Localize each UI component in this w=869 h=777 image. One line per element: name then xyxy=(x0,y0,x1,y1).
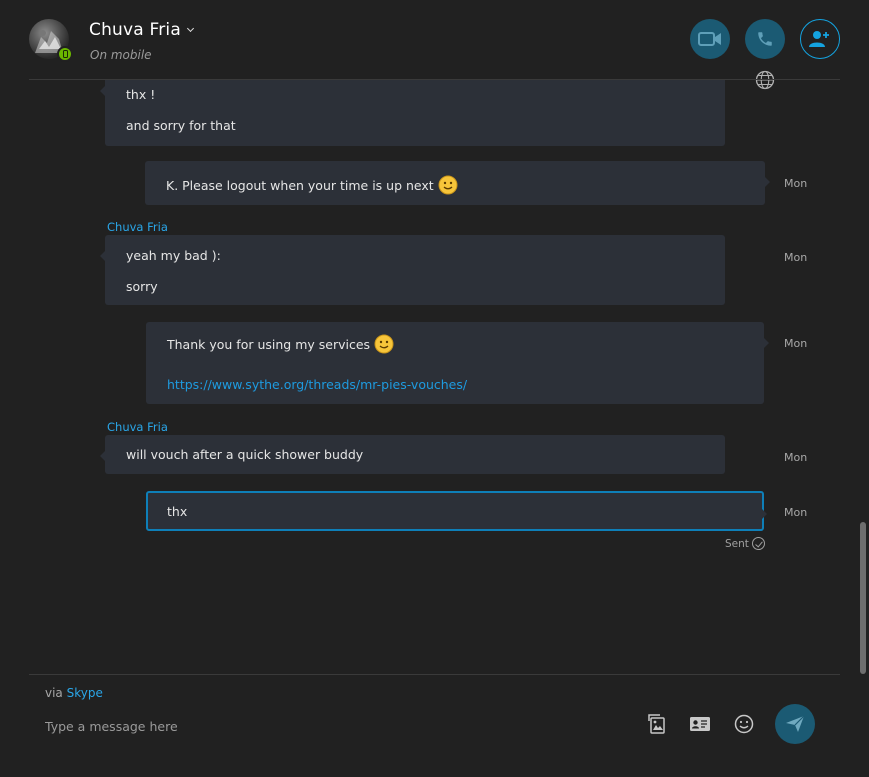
mobile-presence-icon xyxy=(57,46,73,62)
via-service-link[interactable]: Skype xyxy=(67,686,103,700)
phone-icon xyxy=(758,32,772,46)
message-time: Mon xyxy=(784,451,808,464)
message-time: Mon xyxy=(784,337,808,350)
media-button[interactable] xyxy=(644,712,668,736)
message-bubble-incoming[interactable]: will vouch after a quick shower buddy xyxy=(100,435,725,474)
message-input[interactable] xyxy=(45,714,625,738)
message-list[interactable]: thx ! and sorry for that K. Please logou… xyxy=(0,80,869,674)
smile-emoji-icon xyxy=(374,334,394,354)
message-bubble-outgoing[interactable]: Thank you for using my services https://… xyxy=(146,322,769,404)
audio-call-button[interactable] xyxy=(745,19,785,59)
message-time: Mon xyxy=(784,506,808,519)
add-person-icon xyxy=(809,31,829,47)
scrollbar-thumb[interactable] xyxy=(860,522,866,674)
message-status: Sent xyxy=(725,538,749,550)
message-bubble-outgoing[interactable]: K. Please logout when your time is up ne… xyxy=(145,161,770,205)
video-icon xyxy=(698,32,721,46)
emoticon-icon xyxy=(734,714,754,734)
message-text: yeah my bad ): xyxy=(126,248,221,263)
contact-card-icon xyxy=(690,717,710,731)
message-text: sorry xyxy=(126,279,158,294)
send-button[interactable] xyxy=(775,704,815,744)
message-text: Thank you for using my services xyxy=(167,334,394,354)
sent-check-icon xyxy=(752,537,765,550)
send-icon xyxy=(786,715,805,732)
message-time: Mon xyxy=(784,177,808,190)
message-text: K. Please logout when your time is up ne… xyxy=(166,175,458,195)
sender-name: Chuva Fria xyxy=(107,220,168,234)
message-bubble-outgoing-selected[interactable]: thx xyxy=(146,491,767,531)
smile-emoji-icon xyxy=(438,175,458,195)
message-bubble-incoming[interactable]: thx ! and sorry for that xyxy=(100,80,725,146)
chat-header: Chuva Fria On mobile xyxy=(0,0,869,90)
video-call-button[interactable] xyxy=(690,19,730,59)
composer-divider xyxy=(29,674,840,675)
contact-card-button[interactable] xyxy=(688,712,712,736)
message-link[interactable]: https://www.sythe.org/threads/mr-pies-vo… xyxy=(167,377,467,392)
chevron-down-icon[interactable] xyxy=(186,24,195,33)
contact-name[interactable]: Chuva Fria xyxy=(89,20,181,40)
message-text: and sorry for that xyxy=(126,118,236,133)
message-text: thx ! xyxy=(126,87,156,102)
contact-title[interactable]: Chuva Fria xyxy=(89,20,195,40)
via-service-label: via Skype xyxy=(45,686,103,700)
media-icon xyxy=(648,714,665,734)
add-people-button[interactable] xyxy=(800,19,840,59)
message-text: will vouch after a quick shower buddy xyxy=(126,447,364,462)
emoticon-button[interactable] xyxy=(732,712,756,736)
sender-name: Chuva Fria xyxy=(107,420,168,434)
message-bubble-incoming[interactable]: yeah my bad ): sorry xyxy=(100,235,725,305)
message-text: thx xyxy=(167,504,188,519)
contact-status: On mobile xyxy=(90,48,152,62)
message-time: Mon xyxy=(784,251,808,264)
